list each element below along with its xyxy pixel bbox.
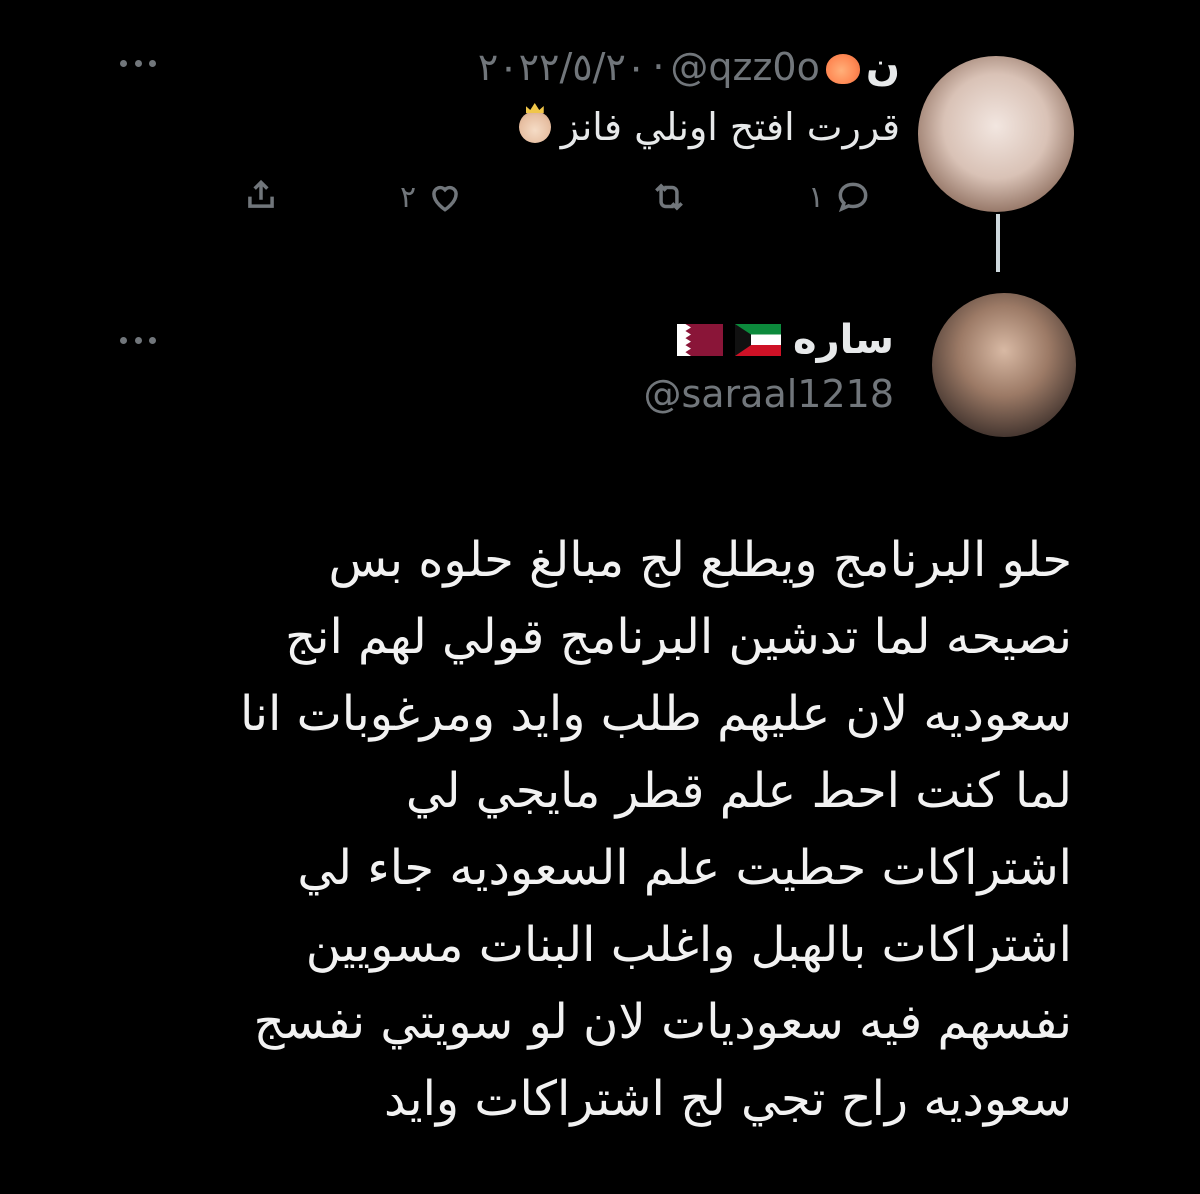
body-line: حلو البرنامج ويطلع لج مبالغ حلوه بس <box>328 532 1072 588</box>
parent-tweet-text-content: قررت افتح اونلي فانز <box>560 105 900 149</box>
parent-tweet-header: ٢٠٢٢/٥/٢٠ · @qzz0o ن <box>478 44 900 90</box>
parent-display-name[interactable]: ن <box>866 44 900 90</box>
share-button[interactable] <box>242 176 280 214</box>
reply-tweet-body: حلو البرنامج ويطلع لج مبالغ حلوه بس نصيح… <box>112 522 1072 1138</box>
like-count: ٢ <box>400 179 417 215</box>
peach-emoji-icon <box>825 54 860 84</box>
body-line: اشتراكات حطيت علم السعوديه جاء لي <box>297 840 1072 896</box>
header-separator: · <box>652 45 665 89</box>
like-icon <box>432 185 458 212</box>
reply-button[interactable]: ١ <box>808 178 872 216</box>
body-line: اشتراكات بالهبل واغلب البنات مسويين <box>305 917 1072 973</box>
reply-count: ١ <box>808 179 825 215</box>
parent-avatar[interactable] <box>918 56 1074 212</box>
more-icon[interactable] <box>120 60 156 68</box>
share-icon <box>248 179 274 208</box>
like-button[interactable]: ٢ <box>400 178 464 216</box>
more-icon[interactable] <box>120 337 156 345</box>
body-line: نصيحه لما تدشين البرنامج قولي لهم انج <box>285 609 1072 665</box>
retweet-icon <box>655 183 683 211</box>
kuwait-flag-icon <box>735 324 781 356</box>
princess-emoji-icon <box>518 111 551 143</box>
body-line: لما كنت احط علم قطر مايجي لي <box>405 763 1072 819</box>
reply-display-name[interactable]: ساره <box>793 317 894 363</box>
body-line: سعوديه لان عليهم طلب وايد ومرغوبات انا <box>240 686 1072 742</box>
body-line: سعوديه راح تجي لج اشتراكات وايد <box>384 1071 1072 1127</box>
parent-handle[interactable]: @qzz0o <box>670 45 819 89</box>
reply-icon <box>838 182 868 213</box>
reply-user-line: ساره <box>677 317 894 363</box>
parent-date: ٢٠٢٢/٥/٢٠ <box>477 45 647 89</box>
retweet-button[interactable] <box>650 178 698 216</box>
body-line: نفسهم فيه سعوديات لان لو سويتي نفسج <box>253 994 1072 1050</box>
qatar-flag-icon <box>677 324 723 356</box>
thread-connector-line <box>996 214 1000 272</box>
parent-tweet-text: قررت افتح اونلي فانز <box>518 105 900 149</box>
reply-handle[interactable]: @saraal1218 <box>643 372 894 416</box>
reply-avatar[interactable] <box>932 293 1076 437</box>
